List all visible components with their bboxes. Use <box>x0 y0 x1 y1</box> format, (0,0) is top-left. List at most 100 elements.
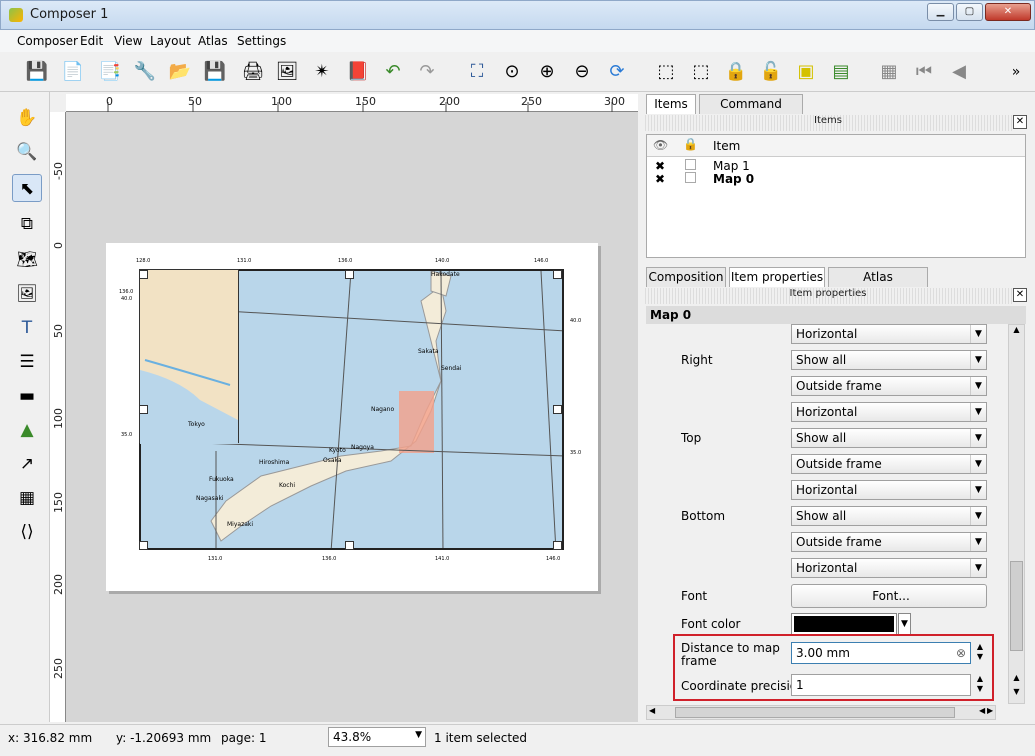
save-icon[interactable]: 💾 <box>24 59 50 85</box>
distance-to-frame-input[interactable]: 3.00 mm ⊗ <box>791 642 971 664</box>
export-pdf-icon[interactable]: 📕 <box>345 59 371 85</box>
menu-layout[interactable]: Layout <box>150 34 191 48</box>
font-color-button[interactable] <box>791 613 897 635</box>
right-position-select[interactable]: Outside frame ▼ <box>791 376 987 396</box>
add-scalebar-icon[interactable]: ▬ <box>12 382 42 410</box>
scroll-down-icon[interactable]: ▼ <box>1010 687 1023 701</box>
tab-items[interactable]: Items <box>646 94 696 114</box>
add-map-icon[interactable]: 🗺 <box>12 246 42 274</box>
menu-composer[interactable]: Composer <box>17 34 78 48</box>
bottom-display-select[interactable]: Show all ▼ <box>791 506 987 526</box>
resize-handle[interactable] <box>345 541 354 550</box>
inset-map-item[interactable]: Tokyo <box>139 269 239 444</box>
add-arrow-icon[interactable]: ↗ <box>12 450 42 478</box>
vertical-scrollbar[interactable]: ▲ ▲ ▼ <box>1008 324 1025 704</box>
zoom-select[interactable]: 43.8% ▼ <box>328 727 426 747</box>
refresh-icon[interactable]: ⟳ <box>604 59 630 85</box>
export-svg-icon[interactable]: ✴ <box>309 59 335 85</box>
spinbox-arrows[interactable]: ▲ ▼ <box>973 674 987 696</box>
scrollbar-thumb[interactable] <box>675 707 955 718</box>
zoom-in-icon[interactable]: ⊕ <box>534 59 560 85</box>
unlock-icon[interactable]: 🔓 <box>758 59 784 85</box>
resize-handle[interactable] <box>139 541 148 550</box>
zoom-out-icon[interactable]: ⊖ <box>569 59 595 85</box>
resize-handle[interactable] <box>553 270 562 279</box>
scroll-right-icon[interactable]: ▶ <box>987 706 993 715</box>
scroll-left-icon[interactable]: ◀ <box>649 706 655 715</box>
resize-handle[interactable] <box>553 405 562 414</box>
item-row-label[interactable]: Map 1 <box>713 159 750 173</box>
select-all-icon[interactable]: ⬚ <box>653 59 679 85</box>
close-window-button[interactable]: ✕ <box>985 3 1031 21</box>
first-feature-icon[interactable]: ⏮ <box>911 59 937 85</box>
close-icon[interactable]: ✕ <box>1013 288 1027 302</box>
item-row-label[interactable]: Map 0 <box>713 172 754 186</box>
tab-atlas-generation[interactable]: Atlas generation <box>828 267 928 302</box>
menu-view[interactable]: View <box>114 34 142 48</box>
visibility-checkbox[interactable]: ✖ <box>655 172 665 186</box>
right-display-select[interactable]: Show all ▼ <box>791 350 987 370</box>
raise-items-icon[interactable]: ▤ <box>828 59 854 85</box>
menu-settings[interactable]: Settings <box>237 34 286 48</box>
clear-icon[interactable]: ⊗ <box>956 643 966 663</box>
visibility-checkbox[interactable]: ✖ <box>655 159 665 173</box>
tab-composition[interactable]: Composition <box>646 267 726 287</box>
pan-icon[interactable]: ✋ <box>12 104 42 132</box>
resize-handle[interactable] <box>139 405 148 414</box>
menu-atlas[interactable]: Atlas <box>198 34 228 48</box>
group-icon[interactable]: ▣ <box>793 59 819 85</box>
top-display-select[interactable]: Show all ▼ <box>791 428 987 448</box>
menu-edit[interactable]: Edit <box>80 34 103 48</box>
top-direction-select[interactable]: Horizontal ▼ <box>791 480 987 500</box>
new-composer-icon[interactable]: 📄 <box>60 59 86 85</box>
composer-manager-icon[interactable]: 🔧 <box>132 59 158 85</box>
top-position-select[interactable]: Outside frame ▼ <box>791 454 987 474</box>
select-region-icon[interactable]: ⬚ <box>688 59 714 85</box>
horizontal-scrollbar[interactable]: ◀ ◀ ▶ <box>646 705 996 720</box>
add-html-icon[interactable]: ⟨⟩ <box>12 518 42 546</box>
chevron-down-icon[interactable]: ▼ <box>898 613 911 635</box>
export-image-icon[interactable]: 🖼 <box>274 59 300 85</box>
lock-checkbox[interactable] <box>685 172 696 183</box>
scroll-up-icon[interactable]: ▲ <box>1010 673 1023 687</box>
minimize-button[interactable]: ▁ <box>927 3 954 21</box>
tab-command-history[interactable]: Command history <box>699 94 803 129</box>
add-label-icon[interactable]: T <box>12 314 42 342</box>
scroll-left-icon[interactable]: ◀ <box>979 706 985 715</box>
font-button[interactable]: Font... <box>791 584 987 608</box>
lock-icon[interactable]: 🔒 <box>723 59 749 85</box>
close-icon[interactable]: ✕ <box>1013 115 1027 129</box>
zoom-full-icon[interactable]: ⛶ <box>464 59 490 85</box>
add-table-icon[interactable]: ▦ <box>12 484 42 512</box>
scrollbar-thumb[interactable] <box>1010 561 1023 651</box>
atlas-preview-icon[interactable]: ▦ <box>876 59 902 85</box>
toolbar-overflow-icon[interactable]: » <box>1008 59 1024 85</box>
coordinate-precision-input[interactable]: 1 <box>791 674 971 696</box>
resize-handle[interactable] <box>345 270 354 279</box>
tab-item-properties[interactable]: Item properties <box>729 267 825 287</box>
scroll-up-icon[interactable]: ▲ <box>1010 325 1023 339</box>
bottom-direction-select[interactable]: Horizontal ▼ <box>791 558 987 578</box>
open-template-icon[interactable]: 📂 <box>167 59 193 85</box>
add-shape-icon[interactable]: ▲ <box>12 416 42 444</box>
right-direction-select[interactable]: Horizontal ▼ <box>791 402 987 422</box>
zoom-100-icon[interactable]: ⊙ <box>499 59 525 85</box>
maximize-button[interactable]: ▢ <box>956 3 983 21</box>
resize-handle[interactable] <box>139 270 148 279</box>
add-image-icon[interactable]: 🖼 <box>12 280 42 308</box>
redo-icon[interactable]: ↷ <box>414 59 440 85</box>
undo-icon[interactable]: ↶ <box>380 59 406 85</box>
save-template-icon[interactable]: 💾 <box>202 59 228 85</box>
resize-handle[interactable] <box>553 541 562 550</box>
duplicate-composer-icon[interactable]: 📑 <box>97 59 123 85</box>
label-direction-select[interactable]: Horizontal ▼ <box>791 324 987 344</box>
lock-checkbox[interactable] <box>685 159 696 170</box>
add-legend-icon[interactable]: ☰ <box>12 348 42 376</box>
zoom-tool-icon[interactable]: 🔍 <box>12 138 42 166</box>
select-move-icon[interactable]: ⬉ <box>12 174 42 202</box>
bottom-position-select[interactable]: Outside frame ▼ <box>791 532 987 552</box>
move-content-icon[interactable]: ⧉ <box>12 210 42 238</box>
print-icon[interactable]: 🖨 <box>240 59 266 85</box>
spinbox-arrows[interactable]: ▲ ▼ <box>973 642 987 664</box>
previous-feature-icon[interactable]: ◀ <box>946 59 972 85</box>
